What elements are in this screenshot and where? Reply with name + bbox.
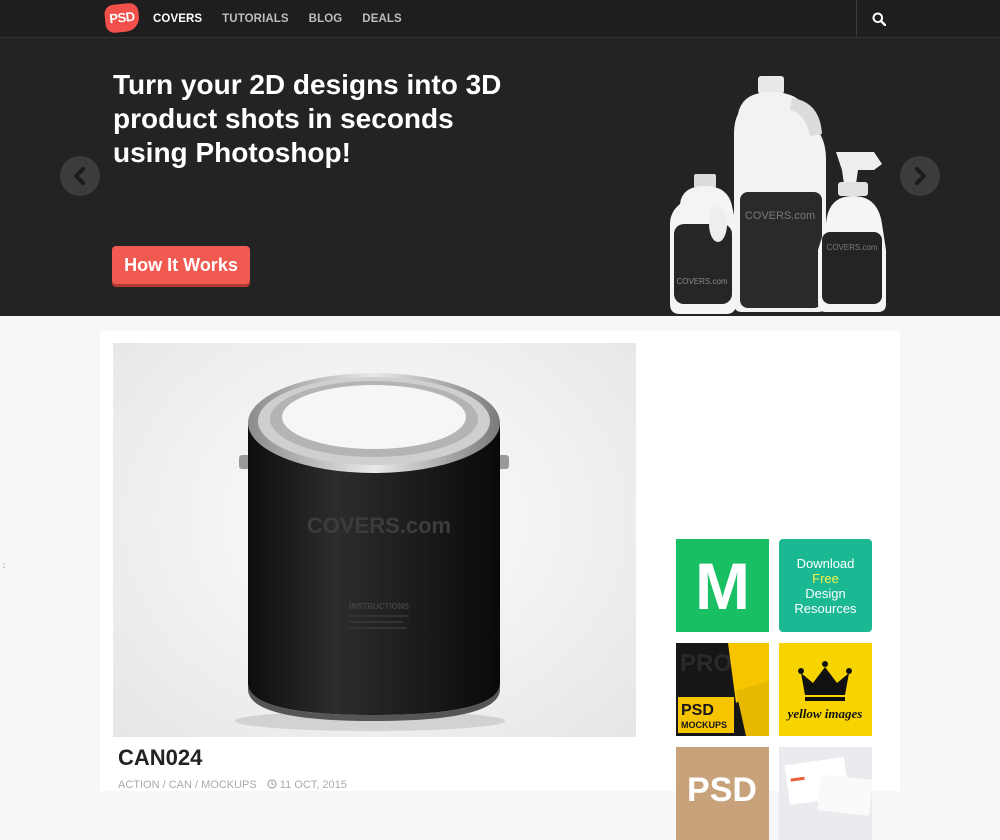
- chevron-left-icon: [74, 167, 85, 185]
- ad-mightydeals[interactable]: M: [676, 539, 769, 632]
- post-categories[interactable]: ACTION / CAN / MOCKUPS: [118, 779, 257, 791]
- hero-banner: Turn your 2D designs into 3D product sho…: [0, 38, 1000, 316]
- ad-psd-brown[interactable]: PSD: [676, 747, 769, 840]
- top-navbar: PSD COVERS TUTORIALS BLOG DEALS: [0, 0, 1000, 38]
- search-icon: [872, 12, 886, 26]
- main-nav: COVERS TUTORIALS BLOG DEALS: [153, 0, 402, 37]
- psd-brown-graphic: PSD: [687, 771, 757, 809]
- bottles-product-image: COVERS.com COVERS.com COVERS.com: [670, 76, 886, 314]
- product-image[interactable]: COVERS.com INSTRUCTIONS: [113, 343, 636, 737]
- ad-dl-line4: Resources: [794, 600, 857, 616]
- ad-psd-line2: MOCKUPS: [681, 720, 727, 730]
- psd-mockups-graphic: PRO PSD MOCKUPS: [678, 643, 769, 736]
- crown-logo-icon: yellow images: [786, 661, 863, 721]
- ad-yellow-images[interactable]: yellow images: [779, 643, 872, 736]
- clock-icon: [267, 779, 277, 789]
- nav-blog[interactable]: BLOG: [309, 13, 343, 25]
- side-glyph: :: [3, 561, 6, 570]
- post-meta: ACTION / CAN / MOCKUPS 11 OCT, 2015: [118, 779, 347, 791]
- chevron-right-icon: [915, 167, 926, 185]
- ad-m-letter: M: [695, 548, 750, 623]
- svg-text:PRO: PRO: [680, 650, 732, 677]
- how-it-works-button[interactable]: How It Works: [112, 246, 250, 284]
- ad-brown-text: PSD: [687, 771, 757, 809]
- post-date-text: 11 OCT, 2015: [279, 779, 347, 791]
- paint-can-mockup: COVERS.com INSTRUCTIONS: [235, 373, 509, 731]
- site-logo[interactable]: PSD: [103, 2, 141, 34]
- stationery-graphic: [779, 747, 872, 840]
- spray-bottle-brand: COVERS.com: [826, 243, 877, 252]
- ad-dl-line1: Download: [796, 555, 855, 571]
- can-instructions: INSTRUCTIONS: [349, 602, 410, 611]
- carousel-prev-button[interactable]: [60, 156, 100, 196]
- ad-psd-line1: PSD: [681, 702, 714, 719]
- ad-stationery[interactable]: [779, 747, 872, 840]
- ad-dl-line3: Design: [805, 585, 846, 601]
- ad-psd-mockups[interactable]: PRO PSD MOCKUPS: [676, 643, 769, 736]
- carousel-next-button[interactable]: [900, 156, 940, 196]
- ad-download-free-resources[interactable]: Download Free Design Resources: [779, 539, 872, 632]
- nav-deals[interactable]: DEALS: [362, 13, 401, 25]
- bottle-brand-small: COVERS.com: [676, 277, 727, 286]
- nav-tutorials[interactable]: TUTORIALS: [222, 13, 289, 25]
- hero-headline: Turn your 2D designs into 3D product sho…: [113, 69, 502, 168]
- can-brand: COVERS.com: [307, 513, 451, 538]
- search-button[interactable]: [856, 0, 901, 37]
- yellow-images-wordmark: yellow images: [786, 706, 863, 721]
- post-title[interactable]: CAN024: [118, 745, 202, 771]
- post-date: 11 OCT, 2015: [267, 779, 347, 791]
- post-card: COVERS.com INSTRUCTIONS CAN024 ACTION / …: [100, 331, 900, 840]
- ad-dl-free: Free: [812, 570, 839, 586]
- nav-covers[interactable]: COVERS: [153, 13, 202, 25]
- bottle-brand: COVERS.com: [745, 210, 815, 222]
